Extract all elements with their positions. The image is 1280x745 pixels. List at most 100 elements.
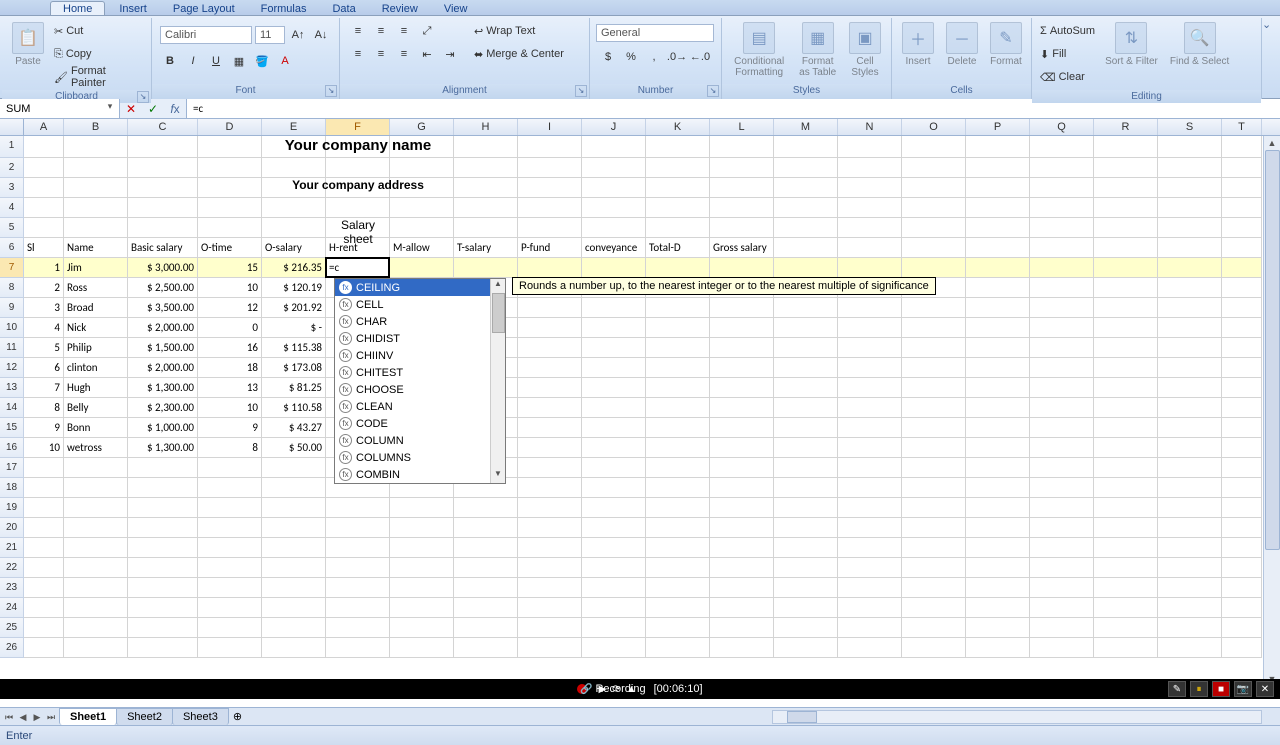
- cell[interactable]: [1094, 518, 1158, 538]
- cell[interactable]: [518, 418, 582, 438]
- cell[interactable]: [518, 638, 582, 658]
- cell[interactable]: wetross: [64, 438, 128, 458]
- cell[interactable]: [1158, 378, 1222, 398]
- cell[interactable]: [646, 578, 710, 598]
- cell[interactable]: [1094, 178, 1158, 198]
- cell[interactable]: [966, 558, 1030, 578]
- cell[interactable]: [1222, 136, 1262, 158]
- cell[interactable]: 12: [198, 298, 262, 318]
- cell[interactable]: [966, 158, 1030, 178]
- cell[interactable]: $ 50.00: [262, 438, 326, 458]
- cell[interactable]: [710, 198, 774, 218]
- cell[interactable]: [902, 258, 966, 278]
- cell[interactable]: [454, 618, 518, 638]
- cell[interactable]: [1158, 538, 1222, 558]
- row-header[interactable]: 24: [0, 598, 24, 618]
- cell[interactable]: [64, 518, 128, 538]
- column-header-L[interactable]: L: [710, 119, 774, 135]
- ribbon-tab-view[interactable]: View: [432, 2, 480, 15]
- row-header[interactable]: 6: [0, 238, 24, 258]
- cell[interactable]: [774, 578, 838, 598]
- cell[interactable]: Nick: [64, 318, 128, 338]
- cell[interactable]: clinton: [64, 358, 128, 378]
- cell[interactable]: [582, 218, 646, 238]
- cell[interactable]: [646, 136, 710, 158]
- cell[interactable]: [582, 618, 646, 638]
- cell[interactable]: [966, 618, 1030, 638]
- cell[interactable]: [710, 318, 774, 338]
- cell[interactable]: [1094, 538, 1158, 558]
- cell[interactable]: [64, 198, 128, 218]
- cell[interactable]: [24, 218, 64, 238]
- cell[interactable]: $ -: [262, 318, 326, 338]
- increase-decimal-icon[interactable]: .0→: [667, 47, 687, 67]
- cell[interactable]: [262, 458, 326, 478]
- cell[interactable]: [710, 298, 774, 318]
- cell[interactable]: [774, 358, 838, 378]
- cell[interactable]: [838, 258, 902, 278]
- cell[interactable]: [966, 238, 1030, 258]
- cell[interactable]: [1094, 638, 1158, 658]
- cell[interactable]: [902, 598, 966, 618]
- italic-button[interactable]: I: [183, 51, 203, 71]
- cell[interactable]: [518, 438, 582, 458]
- cell[interactable]: [966, 378, 1030, 398]
- rec-pause-icon[interactable]: ⏸: [1190, 681, 1208, 697]
- cell[interactable]: [582, 438, 646, 458]
- cell[interactable]: [1094, 478, 1158, 498]
- cell[interactable]: 18: [198, 358, 262, 378]
- cell[interactable]: [24, 598, 64, 618]
- cell[interactable]: 4: [24, 318, 64, 338]
- cell[interactable]: [1030, 498, 1094, 518]
- cell[interactable]: 1: [24, 258, 64, 278]
- cell[interactable]: [326, 518, 390, 538]
- cell[interactable]: [454, 538, 518, 558]
- cell[interactable]: [774, 478, 838, 498]
- column-header-I[interactable]: I: [518, 119, 582, 135]
- cell[interactable]: [198, 498, 262, 518]
- align-left-icon[interactable]: ≡: [348, 44, 368, 64]
- paste-button[interactable]: 📋 Paste: [8, 20, 48, 69]
- cell[interactable]: [902, 338, 966, 358]
- column-header-T[interactable]: T: [1222, 119, 1262, 135]
- cell[interactable]: [902, 398, 966, 418]
- cell[interactable]: [966, 278, 1030, 298]
- cell[interactable]: [1158, 578, 1222, 598]
- cell[interactable]: [1094, 398, 1158, 418]
- cell[interactable]: conveyance: [582, 238, 646, 258]
- cell[interactable]: [198, 518, 262, 538]
- autocomplete-item[interactable]: fxCOLUMN: [335, 432, 490, 449]
- cell[interactable]: $ 1,000.00: [128, 418, 198, 438]
- cell[interactable]: [64, 598, 128, 618]
- row-header[interactable]: 21: [0, 538, 24, 558]
- find-select-button[interactable]: 🔍Find & Select: [1166, 20, 1233, 69]
- cell[interactable]: [1094, 158, 1158, 178]
- clear-button[interactable]: ⌫Clear: [1038, 66, 1097, 88]
- cell[interactable]: [710, 418, 774, 438]
- cell[interactable]: O-salary: [262, 238, 326, 258]
- cell[interactable]: [24, 638, 64, 658]
- cell[interactable]: [1222, 278, 1262, 298]
- cell[interactable]: [1158, 618, 1222, 638]
- cell[interactable]: [1030, 178, 1094, 198]
- cell[interactable]: [966, 498, 1030, 518]
- align-right-icon[interactable]: ≡: [394, 44, 414, 64]
- cell[interactable]: [646, 518, 710, 538]
- fill-button[interactable]: ⬇Fill: [1038, 43, 1097, 65]
- cell[interactable]: [838, 398, 902, 418]
- cell[interactable]: [1158, 338, 1222, 358]
- cell[interactable]: [838, 136, 902, 158]
- conditional-formatting-button[interactable]: ▤Conditional Formatting: [728, 20, 790, 80]
- cell[interactable]: 6: [24, 358, 64, 378]
- cell[interactable]: [1030, 238, 1094, 258]
- cell[interactable]: [1158, 298, 1222, 318]
- cell[interactable]: [128, 578, 198, 598]
- row-header[interactable]: 2: [0, 158, 24, 178]
- cell[interactable]: [774, 258, 838, 278]
- cell[interactable]: [966, 358, 1030, 378]
- column-header-D[interactable]: D: [198, 119, 262, 135]
- cell[interactable]: [582, 578, 646, 598]
- ribbon-tab-data[interactable]: Data: [320, 2, 367, 15]
- cell[interactable]: [902, 618, 966, 638]
- cell[interactable]: [582, 338, 646, 358]
